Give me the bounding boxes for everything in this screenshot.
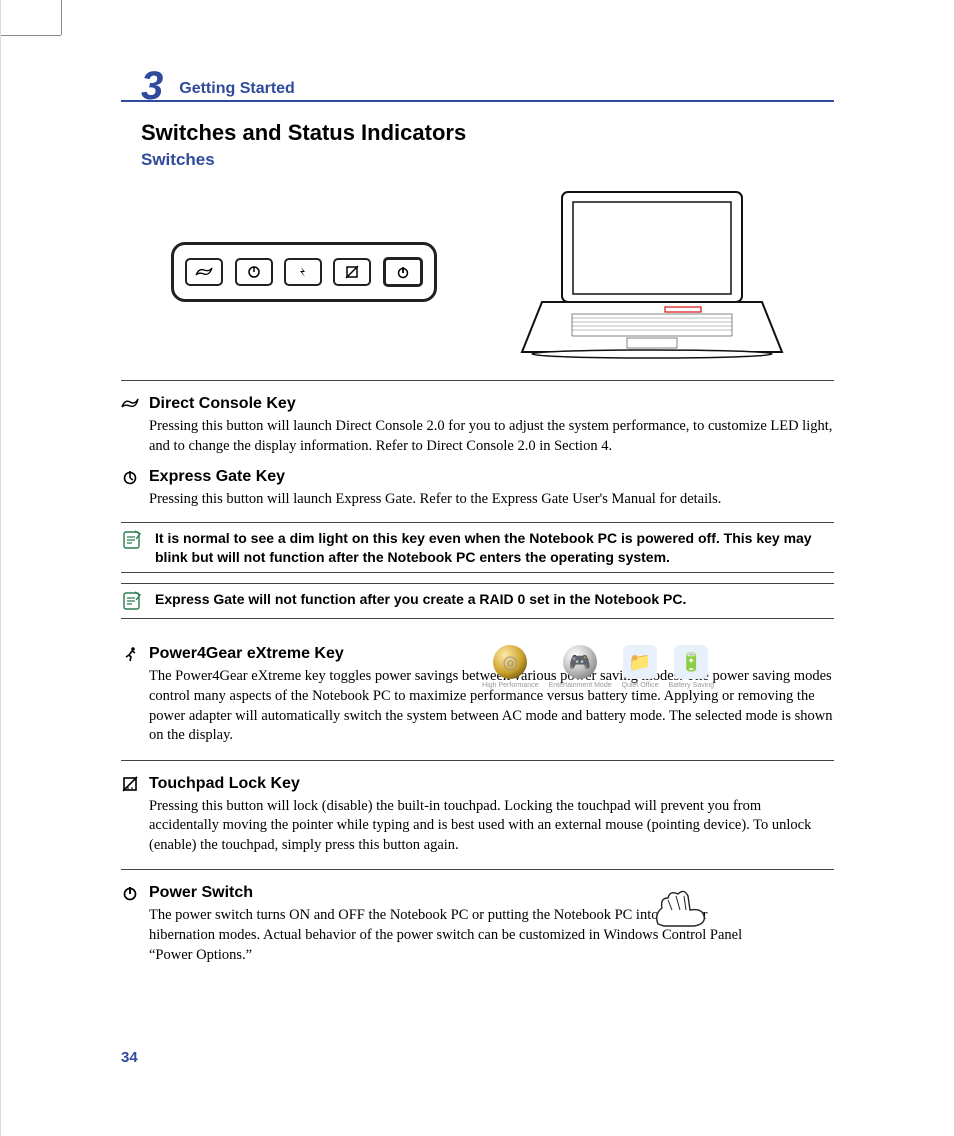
- divider: [121, 869, 834, 870]
- entry-body: Pressing this button will launch Direct …: [149, 417, 834, 456]
- subsection-title: Switches: [141, 150, 834, 170]
- mode-label: Entertainment Mode: [549, 682, 612, 689]
- page-number: 34: [121, 1049, 138, 1066]
- entry-title: Power4Gear eXtreme Key: [149, 645, 344, 663]
- mode-label: Battery Saving: [668, 682, 714, 689]
- entry-body: Pressing this button will launch Express…: [149, 490, 834, 510]
- entry-express-gate: Express Gate Key Pressing this button wi…: [121, 468, 834, 510]
- clock-icon: [121, 468, 139, 486]
- note-block: It is normal to see a dim light on this …: [121, 522, 834, 574]
- mode-label: Quiet Office: [622, 682, 659, 689]
- mode-label: High Performance: [482, 682, 538, 689]
- entry-body: Pressing this button will lock (disable)…: [149, 797, 834, 856]
- divider: [121, 380, 834, 381]
- entry-title: Touchpad Lock Key: [149, 775, 300, 793]
- laptop-illustration: [517, 182, 787, 362]
- divider: [121, 760, 834, 761]
- section-title: Switches and Status Indicators: [141, 120, 834, 146]
- panel-btn-power: [383, 257, 423, 287]
- note-text: It is normal to see a dim light on this …: [155, 529, 834, 567]
- panel-btn-express: [235, 258, 273, 286]
- touchpad-lock-icon: [121, 775, 139, 793]
- crop-mark-h: [1, 35, 61, 36]
- page-container: 3 Getting Started Switches and Status In…: [0, 0, 954, 1136]
- note-icon: [121, 529, 143, 551]
- panel-btn-rog: [185, 258, 223, 286]
- mode-quiet-office: 📁 Quiet Office: [622, 645, 659, 689]
- mode-battery-saving: 🔋 Battery Saving: [668, 645, 714, 689]
- entry-power-switch: Power Switch The power switch turns ON a…: [121, 884, 834, 965]
- mode-high-performance: ◎ High Performance: [482, 645, 538, 689]
- entry-title: Power Switch: [149, 884, 253, 902]
- mode-icons-row: ◎ High Performance 🎮 Entertainment Mode …: [482, 645, 714, 689]
- chapter-header: 3 Getting Started: [121, 60, 834, 102]
- crop-mark-v: [61, 0, 62, 35]
- entry-power4gear: ◎ High Performance 🎮 Entertainment Mode …: [121, 645, 834, 745]
- note-block: Express Gate will not function after you…: [121, 583, 834, 619]
- panel-btn-touchpad: [333, 258, 371, 286]
- hand-press-icon: [654, 884, 714, 930]
- power-icon: [121, 884, 139, 902]
- entry-title: Direct Console Key: [149, 395, 296, 413]
- illustration-row: [171, 182, 834, 362]
- note-icon: [121, 590, 143, 612]
- entry-touchpad: Touchpad Lock Key Pressing this button w…: [121, 775, 834, 856]
- rog-icon: [121, 395, 139, 413]
- panel-btn-p4g: [284, 258, 322, 286]
- note-text: Express Gate will not function after you…: [155, 590, 686, 609]
- mode-entertainment: 🎮 Entertainment Mode: [549, 645, 612, 689]
- chapter-number: 3: [141, 66, 163, 106]
- running-icon: [121, 645, 139, 663]
- entry-title: Express Gate Key: [149, 468, 285, 486]
- button-panel-illustration: [171, 242, 437, 302]
- chapter-title: Getting Started: [179, 80, 295, 98]
- entry-direct-console: Direct Console Key Pressing this button …: [121, 395, 834, 456]
